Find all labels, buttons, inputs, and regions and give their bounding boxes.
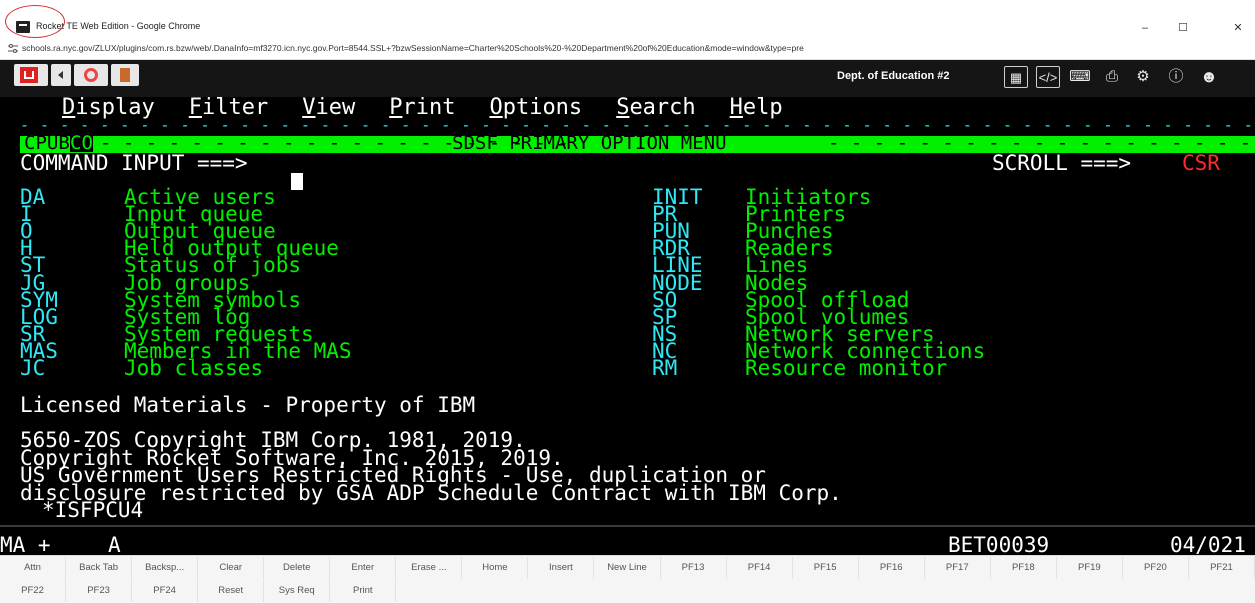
system-id: CPUB xyxy=(24,132,70,154)
minimize-icon[interactable]: – xyxy=(1128,18,1162,38)
status-left: MA + xyxy=(0,533,51,557)
code-icon[interactable]: </> xyxy=(1036,66,1060,88)
session-icon[interactable] xyxy=(111,64,139,86)
screen-title: SDSF PRIMARY OPTION MENU xyxy=(452,132,727,154)
connect-icon[interactable] xyxy=(14,64,48,86)
status-mode: A xyxy=(108,533,121,557)
close-icon[interactable]: ✕ xyxy=(1221,18,1255,38)
key-pf16[interactable]: PF16 xyxy=(859,557,925,579)
maximize-icon[interactable]: ☐ xyxy=(1166,18,1200,38)
option-description: Job classes xyxy=(124,356,264,380)
key-insert[interactable]: Insert xyxy=(528,557,595,579)
key-pf21[interactable]: PF21 xyxy=(1189,557,1255,579)
option-description: Resource monitor xyxy=(745,356,948,380)
emulator-toolbar: Dept. of Education #2 ▦ </> ⌨ ⎙ ⚙ ⓘ ☻ xyxy=(0,60,1255,97)
keyboard-icon[interactable]: ⌨ xyxy=(1068,66,1092,88)
copyright-line: disclosure restricted by GSA ADP Schedul… xyxy=(20,480,842,505)
printer-icon[interactable]: ⎙ xyxy=(1100,66,1124,88)
key-clear[interactable]: Clear xyxy=(198,557,265,579)
address-bar[interactable]: schools.ra.nyc.gov/ZLUX/plugins/com.rs.b… xyxy=(0,38,1255,60)
key-attn[interactable]: Attn xyxy=(0,557,67,579)
key-pf23[interactable]: PF23 xyxy=(66,580,133,602)
key-backsp[interactable]: Backsp... xyxy=(132,557,199,579)
key-pf18[interactable]: PF18 xyxy=(991,557,1057,579)
status-line: MA + A BET00039 04/021 xyxy=(0,525,1255,557)
action-bar: Display Filter View Print Options Search Help xyxy=(62,97,817,119)
key-print[interactable]: Print xyxy=(330,580,397,602)
key-pf14[interactable]: PF14 xyxy=(727,557,793,579)
option-code[interactable]: RM xyxy=(652,357,677,378)
url-text[interactable]: schools.ra.nyc.gov/ZLUX/plugins/com.rs.b… xyxy=(22,43,804,53)
key-pf24[interactable]: PF24 xyxy=(132,580,199,602)
key-pf19[interactable]: PF19 xyxy=(1057,557,1123,579)
key-delete[interactable]: Delete xyxy=(264,557,331,579)
license-text: Licensed Materials - Property of IBM xyxy=(20,393,476,417)
text-cursor xyxy=(290,173,303,191)
key-erase[interactable]: Erase ... xyxy=(396,557,463,579)
browser-title-bar: Rocket TE Web Edition - Google Chrome – … xyxy=(0,18,1255,38)
terminal-screen[interactable]: Display Filter View Print Options Search Help … xyxy=(0,97,1255,525)
system-suffix: CO xyxy=(70,132,93,154)
back-arrow-icon[interactable] xyxy=(51,64,71,86)
key-enter[interactable]: Enter xyxy=(330,557,397,579)
key-home[interactable]: Home xyxy=(462,557,529,579)
key-pf20[interactable]: PF20 xyxy=(1123,557,1189,579)
key-pf15[interactable]: PF15 xyxy=(793,557,859,579)
grid-icon[interactable]: ▦ xyxy=(1004,66,1028,88)
keypad: Attn Back Tab Backsp... Clear Delete Enter Era… xyxy=(0,555,1255,603)
cursor-position: 04/021 xyxy=(1170,533,1246,557)
key-back-tab[interactable]: Back Tab xyxy=(66,557,133,579)
key-new-line[interactable]: New Line xyxy=(594,557,661,579)
user-icon[interactable]: ☻ xyxy=(1197,66,1221,88)
session-name: Dept. of Education #2 xyxy=(837,70,950,82)
key-pf13[interactable]: PF13 xyxy=(661,557,727,579)
settings-icon[interactable]: ⚙ xyxy=(1131,66,1155,88)
key-pf22[interactable]: PF22 xyxy=(0,580,67,602)
key-reset[interactable]: Reset xyxy=(198,580,265,602)
command-label: COMMAND INPUT ===> xyxy=(20,151,248,175)
annotation-circle xyxy=(5,5,65,38)
scroll-label: SCROLL ===> xyxy=(992,151,1132,175)
lifebuoy-icon[interactable] xyxy=(74,64,108,86)
option-code[interactable]: JC xyxy=(20,357,45,378)
key-sys-req[interactable]: Sys Req xyxy=(264,580,331,602)
site-info-icon[interactable] xyxy=(8,44,18,53)
scroll-value[interactable]: CSR xyxy=(1182,152,1220,173)
panel-id: *ISFPCU4 xyxy=(42,498,144,522)
key-pf17[interactable]: PF17 xyxy=(925,557,991,579)
lu-name: BET00039 xyxy=(948,533,1050,557)
info-icon[interactable]: ⓘ xyxy=(1164,66,1188,88)
